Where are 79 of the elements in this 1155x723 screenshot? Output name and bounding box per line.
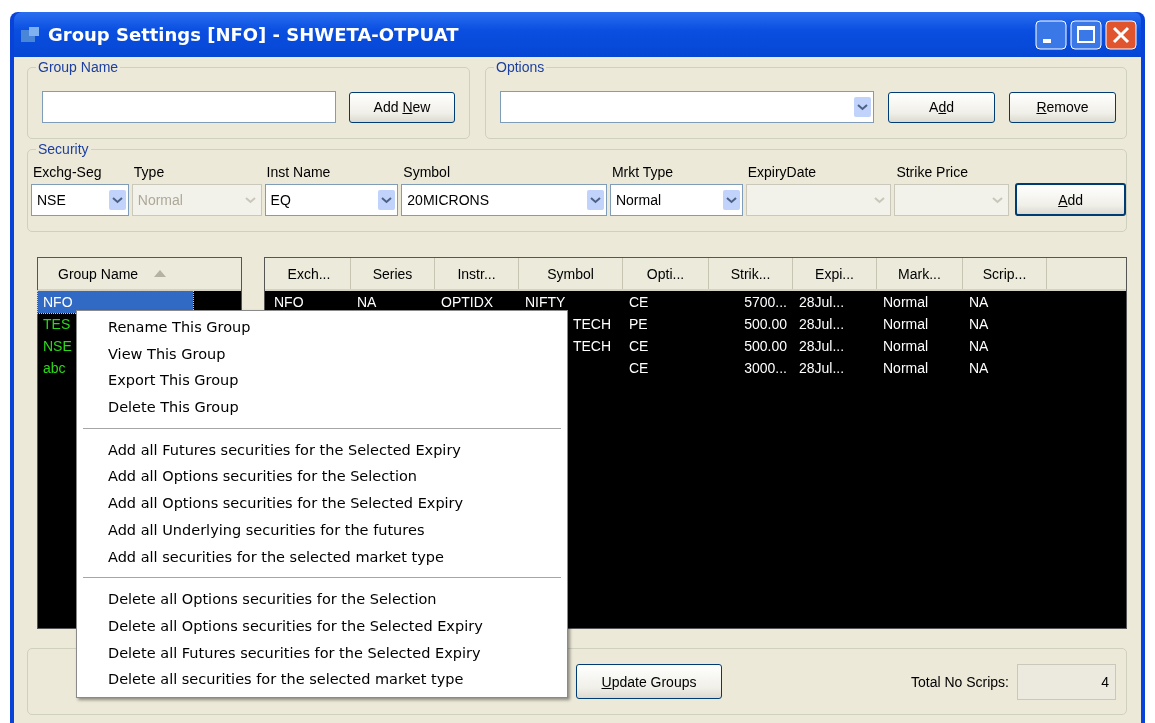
group-name-legend: Group Name <box>36 59 121 75</box>
dropdown[interactable]: Normal <box>609 184 743 216</box>
table-cell: 500.00 <box>744 338 787 354</box>
column-header[interactable]: Scrip... <box>963 258 1047 289</box>
field-label: Inst Name <box>265 164 332 180</box>
menu-item[interactable]: Rename This Group <box>77 314 567 341</box>
security-legend: Security <box>36 141 91 157</box>
field-label: ExpiryDate <box>746 164 818 180</box>
menu-item[interactable]: Delete all Options securities for the Selection <box>77 586 567 613</box>
update-groups-button[interactable]: Update Groups <box>576 664 722 699</box>
sort-ascending-icon <box>154 270 167 277</box>
options-legend: Options <box>494 59 547 75</box>
column-header[interactable]: Opti... <box>623 258 709 289</box>
total-label: Total No Scrips: <box>910 673 1009 690</box>
menu-item[interactable]: Add all Futures securities for the Selected Expiry <box>77 436 567 464</box>
column-header[interactable]: Series <box>351 258 435 289</box>
table-cell: 28Jul... <box>799 360 845 376</box>
column-header[interactable]: Exch... <box>268 258 351 289</box>
options-dropdown[interactable] <box>500 91 874 123</box>
group-list-item[interactable]: NFO <box>38 291 193 313</box>
minimize-button[interactable] <box>1035 19 1067 50</box>
menu-item[interactable]: Export This Group <box>77 367 567 395</box>
total-field: 4 <box>1017 663 1116 700</box>
table-cell: Normal <box>883 338 929 354</box>
field-label: Strike Price <box>895 164 969 180</box>
table-cell: 28Jul... <box>799 294 845 310</box>
menu-item[interactable]: Add all Options securities for the Selected Expiry <box>77 490 567 517</box>
add-security-button[interactable]: Add <box>1015 183 1126 216</box>
table-cell: PE <box>629 316 648 332</box>
table-cell: NA <box>969 338 989 354</box>
field-label: Mrkt Type <box>610 164 675 180</box>
column-header[interactable]: Expi... <box>793 258 877 289</box>
menu-item[interactable]: Delete all Options securities for the Selected Expiry <box>77 612 567 640</box>
table-cell: TECH <box>572 316 611 332</box>
table-cell: NA <box>969 360 989 376</box>
menu-item[interactable]: Add all securities for the selected market type <box>77 543 567 571</box>
dropdown[interactable]: 20MICRONS <box>401 184 607 216</box>
table-cell: NFO <box>274 294 304 310</box>
table-cell: CE <box>629 338 649 354</box>
window-title: Group Settings [NFO] - SHWETA-OTPUAT <box>48 24 459 45</box>
column-header[interactable]: Instr... <box>435 258 519 289</box>
table-cell: Normal <box>883 294 929 310</box>
table-cell: TECH <box>572 338 611 354</box>
table-cell: NIFTY <box>525 294 566 310</box>
group-name-input[interactable] <box>42 91 336 123</box>
table-cell: 500.00 <box>744 316 787 332</box>
table-cell: NA <box>969 316 989 332</box>
add-new-button[interactable]: Add New <box>349 91 455 123</box>
table-cell: CE <box>629 360 649 376</box>
table-cell: 3000... <box>744 360 787 376</box>
dropdown[interactable]: EQ <box>264 184 399 216</box>
column-header[interactable]: Mark... <box>877 258 963 289</box>
field-label: Type <box>132 164 166 180</box>
menu-item[interactable]: Delete all Futures securities for the Selected Expiry <box>77 639 567 667</box>
menu-item[interactable]: Add all Options securities for the Selection <box>77 463 567 491</box>
menu-item[interactable]: View This Group <box>77 340 567 368</box>
app-icon <box>20 25 40 44</box>
table-cell: Normal <box>883 360 929 376</box>
table-cell: 5700... <box>744 294 787 310</box>
maximize-button[interactable] <box>1070 19 1102 50</box>
table-cell: 28Jul... <box>799 316 845 332</box>
table-cell: NA <box>357 294 377 310</box>
field-label: Symbol <box>402 164 451 180</box>
menu-item[interactable]: Add all Underlying securities for the futures <box>77 516 567 544</box>
column-header[interactable]: Group Name <box>38 258 241 291</box>
table-cell: NA <box>969 294 989 310</box>
field-label: Exchg-Seg <box>32 164 103 180</box>
close-button[interactable] <box>1105 19 1137 50</box>
remove-option-button[interactable]: Remove <box>1009 91 1116 123</box>
add-option-button[interactable]: Add <box>888 91 995 123</box>
table-cell: 28Jul... <box>799 338 845 354</box>
menu-item[interactable]: Delete This Group <box>77 394 567 421</box>
table-cell: OPTIDX <box>441 294 494 310</box>
column-header[interactable]: Symbol <box>519 258 623 289</box>
dropdown[interactable]: NSE <box>31 184 129 216</box>
menu-item[interactable]: Delete all securities for the selected market type <box>77 666 567 693</box>
column-header[interactable]: Strik... <box>709 258 793 289</box>
table-cell: Normal <box>883 316 929 332</box>
table-cell: CE <box>629 294 649 310</box>
